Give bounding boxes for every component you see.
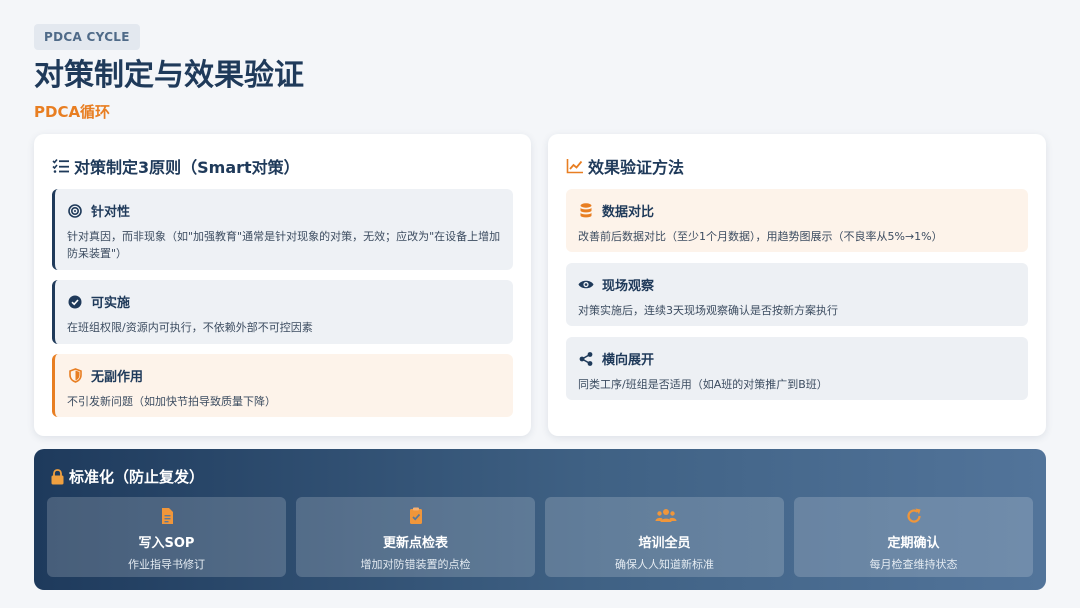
people-icon: [655, 506, 676, 526]
eye-icon: [578, 277, 594, 293]
principle-item-desc: 在班组权限/资源内可执行，不依赖外部不可控因素: [67, 321, 313, 334]
step-update-checklist: 更新点检表 增加对防错装置的点检: [296, 497, 535, 577]
document-icon: [157, 506, 177, 526]
step-label: 定期确认: [887, 536, 940, 551]
method-item-horizontal-rollout: 横向展开 同类工序/班组是否适用（如A班的对策推广到B班）: [566, 337, 1028, 400]
standardization-title: 标准化（防止复发）: [69, 468, 205, 486]
step-desc: 每月检查维持状态: [869, 558, 958, 571]
step-label: 更新点检表: [382, 536, 448, 551]
step-write-sop: 写入SOP 作业指导书修订: [47, 497, 286, 577]
method-item-title: 横向展开: [602, 353, 655, 368]
principle-item-title: 无副作用: [91, 370, 144, 385]
verification-card-title: 效果验证方法: [588, 158, 685, 177]
principle-item-desc: 针对真因，而非现象（如"加强教育"通常是针对现象的对策，无效；应改为"在设备上增…: [67, 230, 501, 260]
step-desc: 增加对防错装置的点检: [360, 558, 471, 571]
step-desc: 确保人人知道新标准: [615, 558, 714, 571]
shield-icon: [67, 368, 83, 384]
principle-item-desc: 不引发新问题（如加快节拍导致质量下降）: [67, 395, 276, 408]
verification-card-header: 效果验证方法: [566, 154, 684, 178]
method-item-site-observe: 现场观察 对策实施后，连续3天现场观察确认是否按新方案执行: [566, 263, 1028, 326]
page-subtitle: PDCA循环: [34, 103, 111, 121]
check-circle-icon: [67, 294, 83, 310]
principle-item-title: 针对性: [91, 205, 131, 220]
method-item-data-compare: 数据对比 改善前后数据对比（至少1个月数据），用趋势图展示（不良率从5%→1%）: [566, 189, 1028, 252]
method-item-title: 数据对比: [602, 205, 655, 220]
lock-icon: [51, 468, 65, 485]
step-label: 写入SOP: [138, 536, 195, 551]
database-icon: [578, 203, 594, 219]
target-icon: [67, 203, 83, 219]
step-train-all: 培训全员 确保人人知道新标准: [545, 497, 784, 577]
principle-item-feasible: 可实施 在班组权限/资源内可执行，不依赖外部不可控因素: [52, 280, 513, 344]
page-title: 对策制定与效果验证: [34, 58, 304, 93]
clipboard-check-icon: [406, 506, 426, 526]
principle-item-no-side-effect: 无副作用 不引发新问题（如加快节拍导致质量下降）: [52, 354, 513, 417]
step-periodic-confirm: 定期确认 每月检查维持状态: [794, 497, 1033, 577]
step-desc: 作业指导书修订: [128, 558, 205, 571]
principles-card-header: 对策制定3原则（Smart对策）: [52, 154, 300, 178]
list-check-icon: [52, 157, 70, 175]
standardization-header: 标准化（防止复发）: [51, 466, 204, 487]
step-label: 培训全员: [638, 536, 691, 551]
method-item-desc: 对策实施后，连续3天现场观察确认是否按新方案执行: [578, 304, 838, 317]
section-tag: PDCA CYCLE: [34, 24, 140, 50]
verification-card: 效果验证方法 数据对比 改善前后数据对比（至少1个月数据），用趋势图展示（不良率…: [548, 134, 1046, 436]
principles-card: 对策制定3原则（Smart对策） 针对性 针对真因，而非现象（如"加强教育"通常…: [34, 134, 531, 436]
principle-item-targeted: 针对性 针对真因，而非现象（如"加强教育"通常是针对现象的对策，无效；应改为"在…: [52, 189, 513, 270]
principles-card-title: 对策制定3原则（Smart对策）: [74, 158, 300, 177]
method-item-desc: 同类工序/班组是否适用（如A班的对策推广到B班）: [578, 378, 828, 391]
share-icon: [578, 351, 594, 367]
method-item-desc: 改善前后数据对比（至少1个月数据），用趋势图展示（不良率从5%→1%）: [578, 230, 943, 243]
standardization-panel: 标准化（防止复发） 写入SOP 作业指导书修订 更新点检表 增加对防错装置的点检: [34, 449, 1046, 590]
method-item-title: 现场观察: [602, 279, 655, 294]
principle-item-title: 可实施: [91, 296, 131, 311]
line-chart-icon: [566, 157, 584, 175]
refresh-icon: [904, 506, 924, 526]
